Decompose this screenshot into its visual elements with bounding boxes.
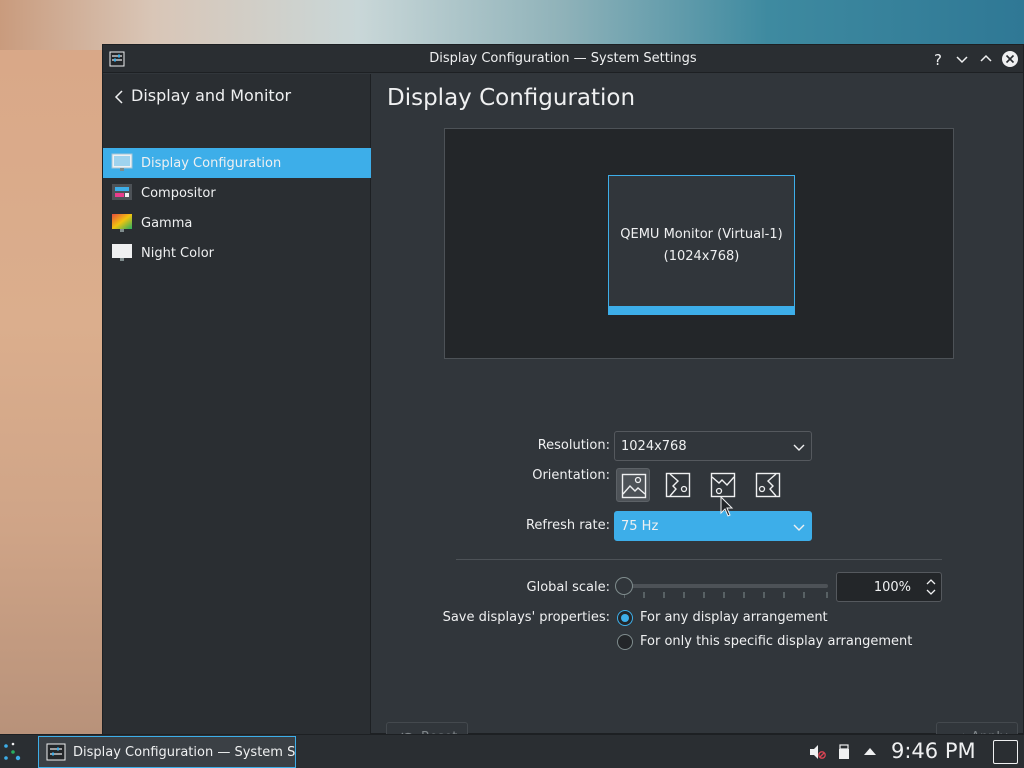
sidebar-item-display-configuration[interactable]: Display Configuration [103,148,371,178]
sidebar-item-night-color[interactable]: Night Color [103,238,371,268]
gamma-icon [112,214,132,232]
sidebar-item-compositor[interactable]: Compositor [103,178,371,208]
resolution-value: 1024x768 [621,439,687,454]
mouse-cursor-icon [720,496,734,517]
radio-specific-arrangement-label[interactable]: For only this specific display arrangeme… [640,634,912,649]
monitor-tile[interactable]: QEMU Monitor (Virtual-1) (1024x768) [608,175,795,315]
desktop-wallpaper-left [0,50,102,735]
chevron-down-icon [793,444,805,451]
resolution-label: Resolution: [537,438,610,453]
back-arrow-icon[interactable] [112,88,126,106]
refresh-rate-label: Refresh rate: [525,518,610,533]
clock[interactable]: 9:46 PM [891,739,976,763]
monitor-primary-bar [608,306,795,315]
main-content: Display Configuration QEMU Monitor (Virt… [372,74,1024,753]
inverted-image-icon [710,472,736,498]
desktop-wallpaper [0,0,1024,50]
sidebar-item-label: Display Configuration [141,155,282,171]
svg-text:?: ? [934,51,942,68]
slider-ticks [624,592,828,598]
taskbar: Display Configuration — System S... 9:46… [0,734,1024,768]
global-scale-value: 100% [873,580,911,595]
taskbar-task-system-settings[interactable]: Display Configuration — System S... [38,736,296,768]
monitor-resolution: (1024x768) [663,249,740,264]
radio-any-arrangement[interactable] [617,610,633,626]
sidebar: Display and Monitor Display Configuratio… [103,74,371,734]
application-launcher-icon[interactable] [2,740,24,764]
show-desktop-button[interactable] [993,740,1018,764]
refresh-rate-value: 75 Hz [621,519,659,534]
close-icon[interactable] [1001,50,1019,68]
global-scale-spinbox[interactable]: 100% [836,572,942,602]
monitor-icon [111,153,133,171]
compositor-icon [112,184,132,200]
sidebar-title: Display and Monitor [131,86,292,105]
monitor-arrangement-preview: QEMU Monitor (Virtual-1) (1024x768) [444,128,954,359]
taskbar-task-label: Display Configuration — System S... [73,744,295,760]
monitor-label: QEMU Monitor (Virtual-1) (1024x768) [609,224,794,268]
radio-specific-arrangement[interactable] [617,634,633,650]
sidebar-item-gamma[interactable]: Gamma [103,208,371,238]
global-scale-slider[interactable] [624,584,828,588]
save-properties-label: Save displays' properties: [442,610,610,625]
orientation-portrait-left-button[interactable] [661,468,695,502]
system-settings-app-icon [46,743,66,761]
rotate-right-image-icon [755,472,781,498]
chevron-down-icon [793,524,805,531]
sidebar-item-label: Gamma [141,215,193,231]
orientation-landscape-button[interactable] [616,468,650,502]
maximize-icon[interactable] [977,50,995,68]
spin-arrows-icon[interactable] [925,576,937,598]
sidebar-item-label: Compositor [141,185,216,201]
audio-muted-icon[interactable] [808,743,826,761]
help-icon[interactable]: ? [929,50,947,68]
expand-tray-icon[interactable] [861,743,879,761]
separator [456,559,942,560]
page-title: Display Configuration [387,85,636,111]
radio-any-arrangement-label[interactable]: For any display arrangement [640,610,828,625]
orientation-label: Orientation: [532,468,610,483]
window-title: Display Configuration — System Settings [429,51,697,66]
minimize-icon[interactable] [953,50,971,68]
window-titlebar[interactable]: Display Configuration — System Settings … [103,45,1023,73]
sidebar-item-label: Night Color [141,245,214,261]
landscape-image-icon [621,473,647,499]
sidebar-header[interactable]: Display and Monitor [103,84,370,110]
removable-device-icon[interactable] [835,743,853,761]
night-color-icon [112,244,132,261]
orientation-portrait-right-button[interactable] [751,468,785,502]
resolution-combobox[interactable]: 1024x768 [614,431,812,461]
rotate-left-image-icon [665,472,691,498]
global-scale-slider-handle[interactable] [615,577,633,595]
system-settings-window: Display Configuration — System Settings … [102,44,1024,753]
monitor-name: QEMU Monitor (Virtual-1) [620,227,783,242]
global-scale-label: Global scale: [526,580,610,595]
refresh-rate-combobox[interactable]: 75 Hz [614,511,812,541]
